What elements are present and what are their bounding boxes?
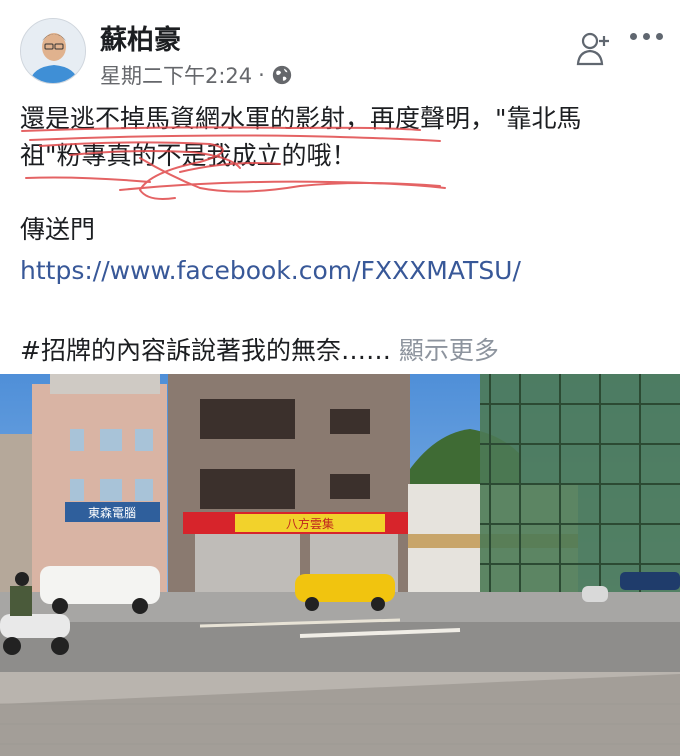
author-avatar[interactable]	[20, 18, 86, 84]
post-link[interactable]: https://www.facebook.com/FXXXMATSU/	[20, 256, 521, 285]
more-dot	[630, 32, 637, 40]
shop-sign-dumplings: 八方雲集	[286, 516, 334, 531]
post-meta: 星期二下午2:24 ·	[100, 60, 293, 90]
post-link-row: https://www.facebook.com/FXXXMATSU/	[20, 252, 670, 289]
post-line-2: 祖"粉專真的不是我成立的哦！	[20, 141, 357, 170]
post-text: 還是逃不掉馬資網水軍的影射，再度聲明，"靠北馬 祖"粉專真的不是我成立的哦！ 傳…	[20, 100, 670, 369]
street-photo: 東森電腦 八方雲集	[0, 374, 680, 756]
post-timestamp[interactable]: 星期二下午2:24	[100, 60, 252, 90]
hashtag-row: #招牌的內容訴說著我的無奈…… 顯示更多	[20, 332, 670, 369]
see-more-link[interactable]: 顯示更多	[399, 336, 499, 365]
globe-icon	[272, 65, 292, 85]
more-options-icon[interactable]	[630, 26, 666, 46]
more-dot	[656, 32, 663, 40]
shop-sign-computer: 東森電腦	[88, 505, 136, 520]
post-header: 蘇柏豪 星期二下午2:24 ·	[0, 0, 680, 100]
meta-separator: ·	[258, 63, 265, 87]
author-name[interactable]: 蘇柏豪	[100, 18, 181, 57]
more-dot	[643, 32, 650, 40]
post-line-1: 還是逃不掉馬資網水軍的影射，再度聲明，"靠北馬	[20, 104, 582, 133]
post-photo[interactable]: 東森電腦 八方雲集	[0, 374, 680, 756]
avatar-image	[21, 19, 85, 83]
hashtag-text[interactable]: #招牌的內容訴說著我的無奈……	[20, 336, 391, 365]
portal-label: 傳送門	[20, 215, 96, 244]
add-friend-icon[interactable]	[574, 28, 614, 68]
